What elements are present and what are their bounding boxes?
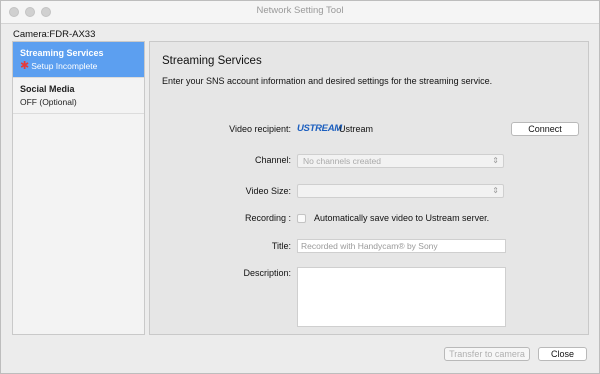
sidebar-item-social-media[interactable]: Social Media OFF (Optional) <box>13 78 144 114</box>
window-title: Network Setting Tool <box>256 5 344 16</box>
sidebar-item-streaming-services[interactable]: Streaming Services ✱ Setup Incomplete <box>13 42 144 78</box>
sidebar-item-status: Setup Incomplete <box>31 61 98 71</box>
network-setting-window: Network Setting Tool Camera:FDR-AX33 Str… <box>0 0 600 374</box>
sidebar-item-status: OFF (Optional) <box>20 97 77 107</box>
auto-save-checkbox[interactable] <box>297 214 306 223</box>
auto-save-checkbox-label[interactable]: Automatically save video to Ustream serv… <box>314 213 489 223</box>
channel-label: Channel: <box>254 155 291 165</box>
settings-panel: Streaming Services Enter your SNS accoun… <box>149 41 589 335</box>
asterisk-icon: ✱ <box>20 60 30 72</box>
camera-label: Camera:FDR-AX33 <box>13 29 96 40</box>
video-size-label: Video Size: <box>245 186 291 196</box>
title-label: Title: <box>271 241 291 251</box>
transfer-to-camera-button[interactable]: Transfer to camera <box>444 347 530 361</box>
title-input[interactable]: Recorded with Handycam® by Sony <box>297 239 506 253</box>
sidebar-item-label: Streaming Services <box>20 48 104 58</box>
panel-title: Streaming Services <box>162 55 262 67</box>
sidebar-item-label: Social Media <box>20 84 75 94</box>
video-recipient-label: Video recipient: <box>229 124 291 134</box>
title-bar: Network Setting Tool <box>1 1 599 24</box>
video-size-select[interactable]: ⇕ <box>297 184 504 198</box>
connect-button[interactable]: Connect <box>511 122 579 136</box>
ustream-name: Ustream <box>339 124 374 134</box>
updown-arrows-icon: ⇕ <box>492 186 499 195</box>
ustream-logo: USTREAM <box>297 123 342 134</box>
channel-select[interactable]: No channels created ⇕ <box>297 154 504 168</box>
channel-select-value: No channels created <box>303 156 381 166</box>
close-button[interactable]: Close <box>538 347 587 361</box>
updown-arrows-icon: ⇕ <box>492 156 499 165</box>
recording-label: Recording : <box>244 213 291 223</box>
description-textarea[interactable] <box>297 267 506 327</box>
description-label: Description: <box>243 268 291 278</box>
panel-description: Enter your SNS account information and d… <box>162 76 493 86</box>
